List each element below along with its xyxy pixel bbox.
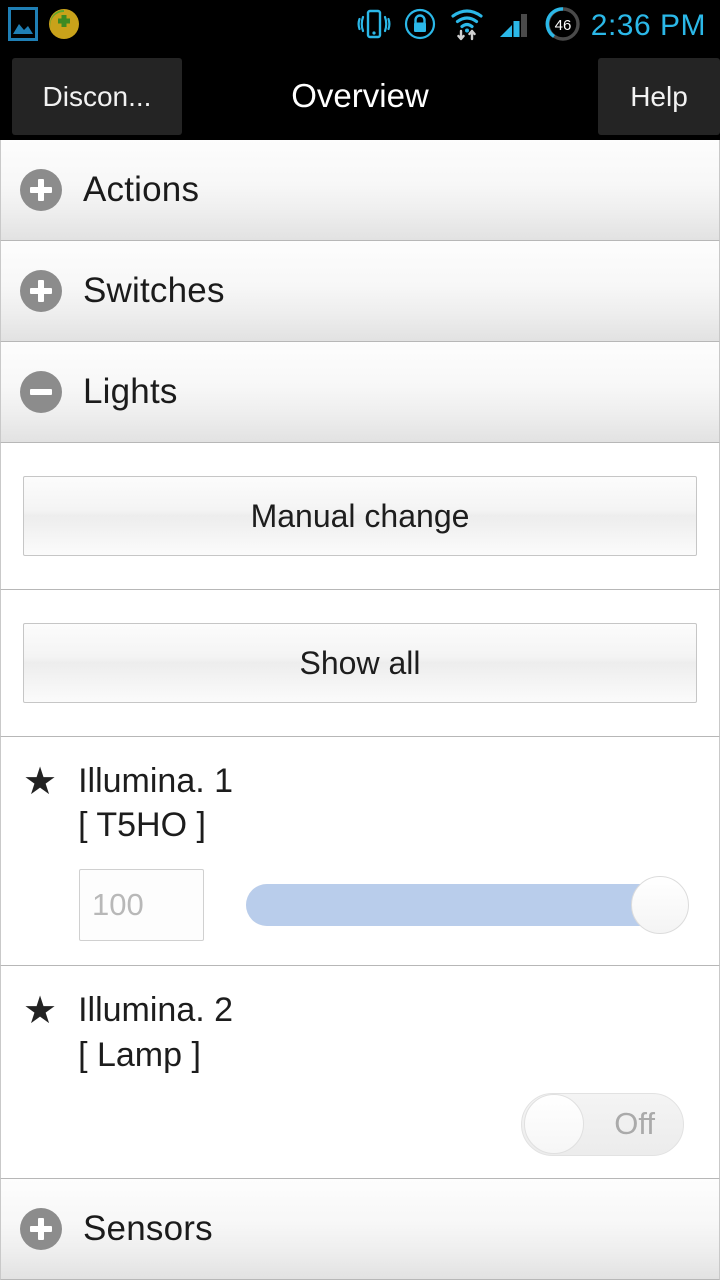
show-all-button[interactable]: Show all [23, 623, 697, 703]
security-shield-icon [48, 8, 80, 45]
section-label-actions: Actions [83, 170, 200, 209]
device-header: ★ Illumina. 2 [ Lamp ] [1, 988, 719, 1076]
device-name-block: Illumina. 1 [ T5HO ] [78, 759, 233, 847]
vibrate-icon [357, 8, 391, 45]
disconnect-button[interactable]: Discon... [12, 58, 182, 135]
minus-circle-icon [20, 371, 62, 413]
favorite-star-icon[interactable]: ★ [23, 992, 57, 1030]
device-title: Illumina. 2 [78, 991, 234, 1030]
status-bar-left-icons [8, 6, 80, 46]
gallery-icon [8, 6, 38, 46]
battery-percent-text: 46 [554, 17, 571, 34]
signal-bars-icon [498, 9, 532, 44]
title-bar: Discon... Overview Help [0, 52, 720, 140]
section-label-lights: Lights [83, 372, 178, 411]
slider-track [246, 884, 665, 927]
status-bar-right-icons: 46 [357, 6, 581, 47]
manual-change-panel: Manual change [0, 443, 720, 590]
brightness-slider[interactable] [246, 873, 689, 937]
status-bar-clock: 2:36 PM [590, 9, 706, 42]
section-label-switches: Switches [83, 271, 225, 310]
device-toggle-row: Off [1, 1077, 719, 1158]
brightness-value-input[interactable] [79, 869, 204, 942]
section-header-lights[interactable]: Lights [0, 341, 720, 443]
device-slider-row [1, 847, 719, 945]
device-subtitle: [ Lamp ] [78, 1035, 201, 1074]
section-header-actions[interactable]: Actions [0, 139, 720, 241]
section-label-sensors: Sensors [83, 1208, 213, 1248]
toggle-state-label: Off [614, 1106, 655, 1142]
plus-circle-icon [20, 270, 62, 312]
favorite-star-icon[interactable]: ★ [23, 763, 57, 801]
device-row: ★ Illumina. 2 [ Lamp ] Off [0, 966, 720, 1179]
slider-thumb[interactable] [631, 876, 689, 935]
lock-icon [404, 8, 436, 45]
show-all-panel: Show all [0, 590, 720, 737]
plus-circle-icon [20, 169, 62, 211]
section-header-switches[interactable]: Switches [0, 240, 720, 342]
app-screen: 46 2:36 PM Discon... Overview Help Actio… [0, 0, 720, 1280]
status-bar: 46 2:36 PM [0, 0, 720, 52]
battery-circle-icon: 46 [545, 6, 581, 47]
help-button[interactable]: Help [598, 58, 720, 135]
device-subtitle: [ T5HO ] [78, 806, 206, 845]
device-row: ★ Illumina. 1 [ T5HO ] [0, 737, 720, 967]
toggle-thumb [524, 1094, 584, 1155]
device-header: ★ Illumina. 1 [ T5HO ] [1, 759, 719, 847]
manual-change-button[interactable]: Manual change [23, 476, 697, 556]
section-header-sensors[interactable]: Sensors [0, 1177, 720, 1280]
wifi-data-icon [449, 7, 485, 46]
device-name-block: Illumina. 2 [ Lamp ] [78, 988, 233, 1076]
slider-fill [246, 884, 665, 927]
device-title: Illumina. 1 [78, 762, 234, 800]
power-toggle-switch[interactable]: Off [521, 1092, 684, 1156]
plus-circle-icon [20, 1207, 62, 1250]
